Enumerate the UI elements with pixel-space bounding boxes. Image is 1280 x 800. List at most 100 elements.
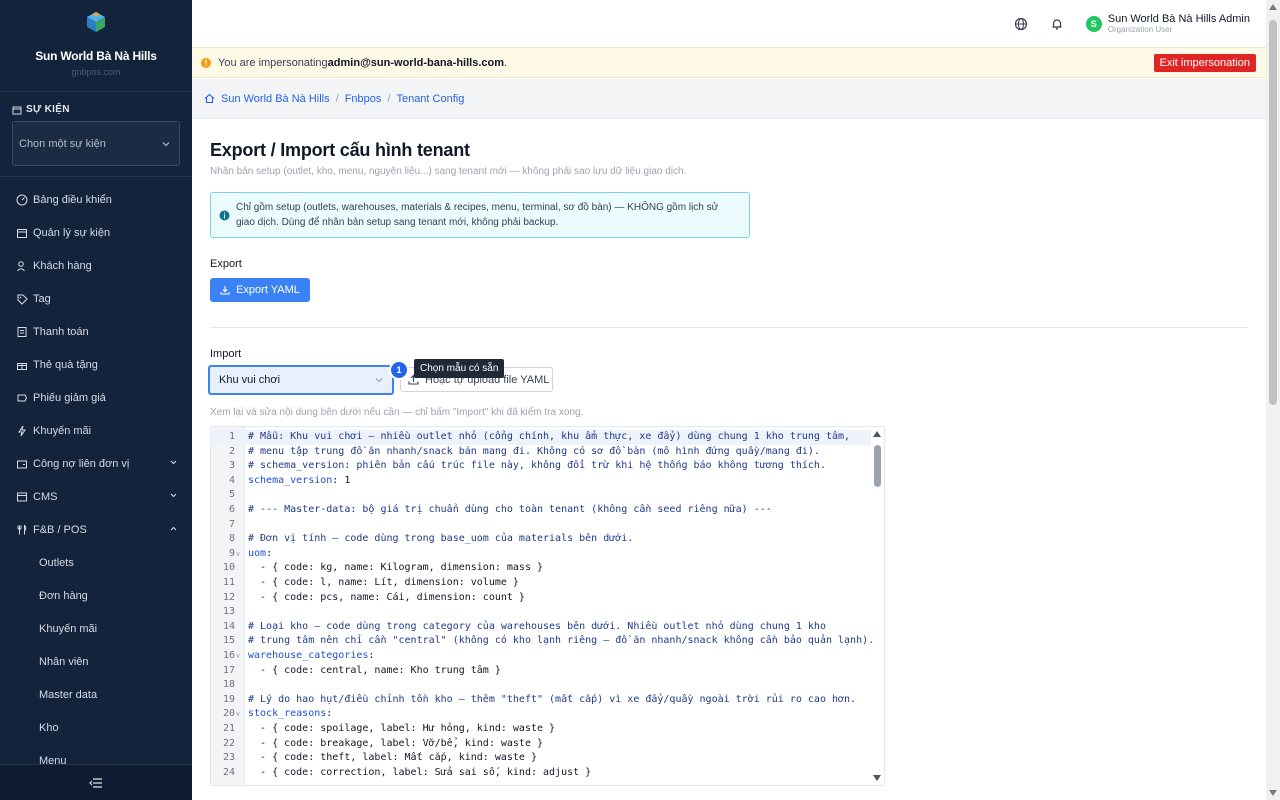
info-line: Chỉ gồm setup (outlets, warehouses, mate… — [236, 202, 719, 213]
line-number: 21 — [222, 723, 235, 734]
avatar: S — [1085, 15, 1102, 32]
sidebar-item[interactable]: Khách hàng — [0, 249, 192, 282]
line-number: 18 — [222, 679, 235, 691]
cms-icon — [17, 492, 27, 501]
line-number: 6 — [228, 504, 235, 515]
section-divider — [210, 327, 1248, 328]
line-number: 16 — [222, 650, 235, 661]
banner-email: admin@sun-world-bana-hills.com — [327, 56, 505, 69]
code-text: # schema_version: phiên bản cấu trúc fil… — [248, 460, 826, 472]
breadcrumb-item[interactable]: Fnbpos — [345, 93, 382, 105]
bell-icon[interactable] — [1050, 17, 1064, 31]
sidebar-subitem[interactable]: Nhân viên — [0, 645, 192, 678]
breadcrumb-item[interactable]: Tenant Config — [396, 93, 464, 105]
line-number: 8 — [228, 533, 235, 545]
code-text: # menu tập trung đồ ăn nhanh/snack bán m… — [248, 445, 820, 457]
yaml-value: : — [326, 708, 333, 720]
sidebar-item[interactable]: F&B / POS — [0, 513, 192, 546]
sidebar-item-label: CMS — [33, 490, 58, 503]
code-text: # Đơn vị tính — code dùng trong base_uom… — [248, 533, 634, 545]
event-select-placeholder: Chọn một sự kiện — [19, 137, 106, 150]
scroll-up-arrow[interactable] — [873, 431, 881, 437]
code-text: warehouse_categories: — [248, 649, 374, 664]
code-text: uom: — [248, 547, 272, 562]
sidebar-item[interactable]: Bảng điều khiển — [0, 183, 192, 216]
code-text: # Loại kho — code dùng trong category củ… — [248, 620, 826, 632]
editor-scrollbar[interactable] — [872, 427, 884, 785]
page-scroll-up[interactable] — [1269, 4, 1277, 10]
yaml-editor[interactable]: 1 # Mẫu: Khu vui chơi — nhiều outlet nhỏ … — [210, 426, 885, 786]
code-line: 9 ∨ uom: — [211, 547, 871, 562]
code-text: - { code: theft, label: Mất cắp, kind: w… — [248, 752, 537, 764]
fold-toggle-icon[interactable]: ∨ — [236, 649, 240, 664]
fold-toggle-icon[interactable]: ∨ — [236, 547, 240, 562]
chevron-down-icon — [162, 141, 170, 146]
sidebar-item-label: Bảng điều khiển — [33, 193, 112, 206]
sidebar-item-label: Khách hàng — [33, 259, 92, 272]
sidebar-item[interactable]: Tag — [0, 282, 192, 315]
code-text: - { code: breakage, label: Vỡ/bể, kind: … — [248, 737, 544, 749]
tooltip: Chọn mẫu có sẵn — [414, 359, 505, 378]
code-line: 1 # Mẫu: Khu vui chơi — nhiều outlet nhỏ … — [211, 430, 871, 445]
sidebar-item-label: Phiếu giảm giá — [33, 391, 106, 404]
fold-toggle-icon[interactable]: ∨ — [236, 707, 240, 722]
sidebar-item[interactable]: Thẻ quà tặng — [0, 348, 192, 381]
home-icon[interactable] — [204, 93, 215, 104]
sidebar-item[interactable]: Công nợ liên đơn vị — [0, 447, 192, 480]
user-icon — [17, 260, 25, 271]
import-controls: Khu vui chơi Hoặc tự upload file YAML 1 … — [208, 359, 1266, 395]
line-number: 14 — [222, 620, 235, 632]
line-number: 15 — [222, 635, 235, 647]
bolt-icon — [18, 425, 26, 436]
sidebar-subitem[interactable]: Kho — [0, 711, 192, 744]
sidebar-item[interactable]: CMS — [0, 480, 192, 513]
sidebar: Sun World Bà Nà Hills gnbpos.com SỰ KIỆN… — [0, 0, 192, 800]
exit-impersonation-button[interactable]: Exit impersonation — [1153, 54, 1256, 72]
event-select[interactable]: Chọn một sự kiện — [12, 121, 180, 166]
code-text: # Lý do hao hụt/điều chỉnh tồn kho — thê… — [248, 693, 857, 705]
line-number: 17 — [222, 664, 235, 676]
sidebar-subitem[interactable]: Outlets — [0, 546, 192, 579]
template-select[interactable]: Khu vui chơi — [208, 365, 394, 395]
wallet-icon — [17, 460, 27, 468]
export-yaml-button[interactable]: Export YAML — [210, 278, 310, 302]
info-text: Chỉ gồm setup (outlets, warehouses, mate… — [236, 200, 718, 230]
line-number: 22 — [222, 737, 235, 749]
sidebar-subitem[interactable]: Khuyến mãi — [0, 612, 192, 645]
code-line: 13 — [211, 605, 871, 620]
breadcrumb-item[interactable]: Sun World Bà Nà Hills — [221, 93, 330, 105]
sidebar-collapse-button[interactable] — [0, 764, 192, 800]
code-text: # trung tâm nên chỉ cần "central" (không… — [248, 635, 875, 647]
code-line: 2 # menu tập trung đồ ăn nhanh/snack bán … — [211, 445, 871, 460]
page-scroll-thumb[interactable] — [1269, 20, 1277, 405]
user-menu[interactable]: S Sun World Bà Nà Hills Admin Organizati… — [1085, 13, 1250, 35]
sidebar-item[interactable]: Quản lý sự kiện — [0, 216, 192, 249]
sidebar-item[interactable]: Phiếu giảm giá — [0, 381, 192, 414]
scroll-down-arrow[interactable] — [873, 775, 881, 781]
event-section-label: SỰ KIỆN — [0, 92, 192, 115]
yaml-value: : 1 — [332, 474, 351, 486]
globe-icon[interactable] — [1014, 17, 1028, 31]
template-select-value: Khu vui chơi — [219, 374, 281, 386]
line-number: 2 — [228, 445, 235, 457]
sidebar-item[interactable]: Khuyến mãi — [0, 414, 192, 447]
banner-suffix: . — [504, 56, 508, 69]
code-line: 5 — [211, 488, 871, 503]
sidebar-item[interactable]: Thanh toán — [0, 315, 192, 348]
page-scroll-down[interactable] — [1269, 790, 1277, 796]
sidebar-subitem[interactable]: Master data — [0, 678, 192, 711]
page-scrollbar[interactable] — [1266, 0, 1280, 800]
scroll-thumb[interactable] — [874, 445, 881, 487]
export-yaml-label: Export YAML — [236, 284, 300, 296]
breadcrumb-separator: / — [335, 92, 339, 105]
line-number: 19 — [222, 693, 235, 705]
line-number: 20 — [222, 708, 235, 720]
code-line: 4 schema_version: 1 — [211, 474, 871, 489]
sidebar-subitem[interactable]: Đơn hàng — [0, 579, 192, 612]
code-text: - { code: l, name: Lít, dimension: volum… — [248, 577, 519, 588]
calendar-icon — [17, 228, 27, 238]
code-line: 10 - { code: kg, name: Kilogram, dimensi… — [211, 561, 871, 576]
yaml-key: warehouse_categories — [248, 650, 369, 661]
line-number: 1 — [228, 431, 235, 442]
line-number: 24 — [222, 766, 235, 778]
